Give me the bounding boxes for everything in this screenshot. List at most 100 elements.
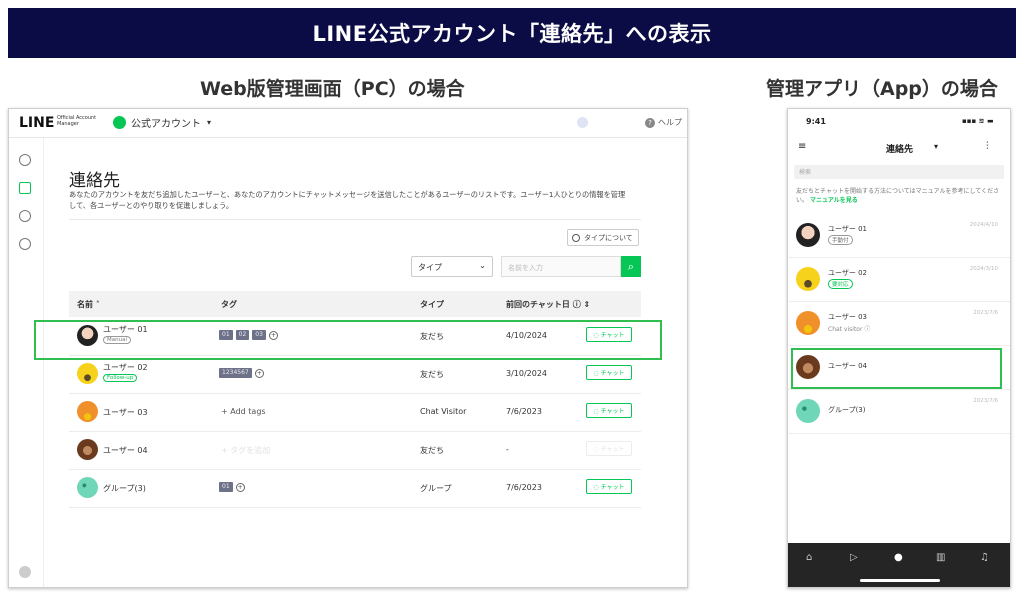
col-tag: タグ — [221, 300, 237, 309]
chat-button[interactable]: ◌ チャット — [586, 479, 632, 494]
list-item[interactable]: ユーザー 02 要対応 2024/3/10 — [788, 257, 1010, 302]
row-type: Chat Visitor — [420, 407, 467, 416]
item-name: グループ(3) — [828, 406, 866, 414]
chart-icon[interactable]: ▥ — [936, 552, 945, 563]
page-description: あなたのアカウントを友だち追加したユーザーと、あなたのアカウントにチャットメッセ… — [69, 190, 626, 210]
play-icon[interactable]: ▷ — [850, 552, 858, 563]
status-badge: Follow-up — [103, 374, 138, 382]
status-bar: 9:41 ▪▪▪ ≋ ▬ — [788, 109, 1010, 133]
home-indicator — [860, 579, 940, 582]
chevron-down-icon[interactable]: ▾ — [934, 142, 938, 151]
tag-chip[interactable]: 1234567 — [219, 368, 252, 378]
col-last-chat[interactable]: 前回のチャット日 ⓘ ⇕ — [506, 299, 590, 310]
sidebar — [9, 138, 44, 587]
avatar — [77, 401, 98, 422]
chat-button[interactable]: ◌ チャット — [586, 365, 632, 380]
search-icon: ⌕ — [627, 260, 635, 273]
pc-section-title: Web版管理画面（PC）の場合 — [200, 78, 465, 100]
title-banner: LINE公式アカウント「連絡先」への表示 — [8, 8, 1016, 58]
chat-icon[interactable]: ● — [894, 552, 903, 563]
row-date: 7/6/2023 — [506, 407, 542, 416]
avatar — [77, 363, 98, 384]
account-name: 公式アカウント — [131, 119, 201, 130]
page-title: 連絡先 — [69, 171, 120, 191]
row-name: グループ(3) — [103, 484, 146, 493]
item-date: 2024/4/10 — [969, 222, 998, 228]
chat-button[interactable]: ◌ チャット — [586, 403, 632, 418]
row-date: - — [506, 445, 509, 454]
contacts-icon[interactable] — [19, 182, 31, 194]
row-type: 友だち — [420, 370, 444, 379]
type-help-label: タイプについて — [584, 233, 633, 242]
table-row[interactable]: ユーザー 04 + タグを追加 友だち - ◌ チャット — [69, 431, 641, 470]
app-tab-bar: ⌂ ▷ ● ▥ ♫ — [788, 543, 1010, 587]
insight-icon[interactable] — [19, 210, 31, 222]
chevron-down-icon: ⌄ — [479, 261, 486, 270]
tag-list: 1234567 + — [219, 368, 264, 378]
list-item[interactable]: ユーザー 03 Chat visitor ⓘ 2023/7/6 — [788, 301, 1010, 346]
search-input[interactable]: 名前を入力 — [501, 256, 621, 277]
row-date: 3/10/2024 — [506, 369, 548, 378]
avatar — [77, 477, 98, 498]
row-name: ユーザー 04 — [103, 446, 148, 455]
add-tags-link: + タグを追加 — [221, 446, 271, 455]
app-search-input[interactable]: 検索 — [794, 165, 1004, 179]
home-icon[interactable]: ⌂ — [806, 552, 812, 563]
app-section-title: 管理アプリ（App）の場合 — [766, 78, 998, 100]
avatar — [77, 439, 98, 460]
item-date: 2023/7/6 — [973, 310, 998, 316]
avatar — [796, 267, 820, 291]
home-icon[interactable] — [19, 154, 31, 166]
search-button[interactable]: ⌕ — [621, 256, 641, 277]
table-row[interactable]: ユーザー 02 Follow-up 1234567 + 友だち 3/10/202… — [69, 355, 641, 394]
item-name: ユーザー 02 — [828, 269, 867, 277]
collapse-sidebar-icon[interactable] — [19, 566, 31, 578]
app-help-note: 友だちとチャットを開始する方法についてはマニュアルを参考にしてください。 マニュ… — [796, 187, 1002, 205]
tag-chip[interactable]: 01 — [219, 482, 233, 492]
account-avatar-icon — [113, 116, 126, 129]
app-page-title[interactable]: 連絡先 — [886, 142, 913, 155]
help-link[interactable]: ? ヘルプ — [645, 117, 682, 128]
item-date: 2023/7/6 — [973, 398, 998, 404]
account-switcher[interactable]: 公式アカウント ▾ — [113, 115, 211, 130]
list-item[interactable]: グループ(3) 2023/7/6 — [788, 389, 1010, 434]
line-logo[interactable]: LINE — [19, 115, 54, 131]
status-time: 9:41 — [806, 117, 826, 126]
highlight-box-pc — [34, 320, 662, 360]
list-item[interactable]: ユーザー 01 手動付 2024/4/10 — [788, 213, 1010, 258]
highlight-box-app — [791, 348, 1002, 389]
profile-avatar[interactable] — [577, 117, 588, 128]
type-filter-select[interactable]: タイプ ⌄ — [411, 256, 493, 277]
row-name: ユーザー 02 — [103, 363, 148, 372]
add-tags-link[interactable]: + Add tags — [221, 407, 266, 416]
manual-link[interactable]: マニュアルを見る — [810, 197, 858, 204]
settings-gear-icon[interactable] — [19, 238, 31, 250]
filter-icon[interactable]: ⫶ — [986, 141, 989, 152]
type-help-button[interactable]: タイプについて — [567, 229, 639, 246]
table-header: 名前 ˄ タグ タイプ 前回のチャット日 ⓘ ⇕ — [69, 291, 641, 317]
info-icon — [572, 233, 580, 242]
add-tag-icon[interactable]: + — [235, 482, 245, 492]
row-type: グループ — [420, 484, 452, 493]
menu-icon[interactable]: ≡ — [798, 141, 806, 152]
chat-button-disabled: ◌ チャット — [586, 441, 632, 456]
tag-list: 01 + — [219, 482, 245, 492]
table-row[interactable]: ユーザー 03 + Add tags Chat Visitor 7/6/2023… — [69, 393, 641, 432]
table-row[interactable]: グループ(3) 01 + グループ 7/6/2023 ◌ チャット — [69, 469, 641, 508]
help-label: ヘルプ — [658, 118, 682, 127]
divider — [69, 219, 641, 220]
type-filter-value: タイプ — [418, 263, 442, 272]
add-tag-icon[interactable]: + — [254, 368, 264, 378]
signal-battery-icon: ▪▪▪ ≋ ▬ — [962, 117, 994, 125]
avatar — [796, 399, 820, 423]
status-badge: 手動付 — [828, 235, 853, 245]
col-type: タイプ — [420, 300, 444, 309]
item-name: ユーザー 01 — [828, 225, 867, 233]
status-badge: 要対応 — [828, 279, 853, 289]
help-icon: ? — [645, 117, 655, 128]
col-name[interactable]: 名前 ˄ — [77, 299, 100, 310]
item-date: 2024/3/10 — [969, 266, 998, 272]
bell-icon[interactable]: ♫ — [980, 552, 989, 563]
item-subtext: Chat visitor ⓘ — [828, 326, 871, 333]
item-name: ユーザー 03 — [828, 313, 867, 321]
